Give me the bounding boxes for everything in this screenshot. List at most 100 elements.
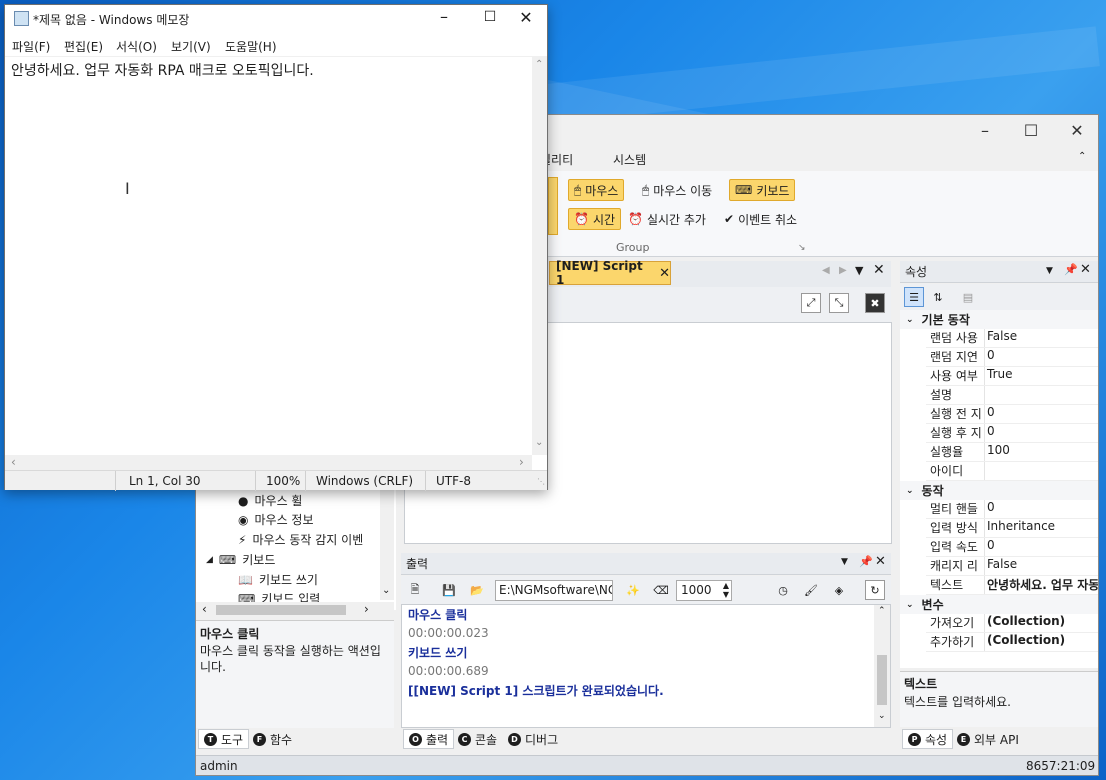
- tree-item[interactable]: 📖 키보드 쓰기: [238, 571, 318, 588]
- event-cancel-button[interactable]: ✔ 이벤트 취소: [718, 208, 803, 230]
- tab-new-script-1[interactable]: [NEW] Script 1 ✕: [549, 259, 671, 287]
- scroll-left-icon[interactable]: ‹: [11, 455, 16, 469]
- property-row[interactable]: 설명: [926, 386, 1098, 405]
- menu-view[interactable]: 보기(V): [171, 38, 211, 55]
- tab-debugger[interactable]: D 디버그: [503, 729, 563, 749]
- notepad-titlebar[interactable]: *제목 없음 - Windows 메모장 – ☐ ✕: [5, 5, 547, 33]
- close-document-icon[interactable]: ✕: [873, 262, 885, 278]
- menu-edit[interactable]: 편집(E): [64, 38, 103, 55]
- tree-item[interactable]: ● 마우스 휠: [238, 492, 302, 509]
- tree-item-keyboard[interactable]: ◢ ⌨ 키보드: [206, 551, 275, 568]
- menu-format[interactable]: 서식(O): [116, 38, 157, 55]
- notepad-text-area[interactable]: 안녕하세요. 업무 자동화 RPA 매크로 오토픽입니다. I: [5, 57, 532, 455]
- scroll-down-icon[interactable]: ⌄: [878, 711, 886, 721]
- property-row[interactable]: 실행율 100: [926, 443, 1098, 462]
- realtime-add-button[interactable]: ⏰ 실시간 추가: [622, 208, 712, 230]
- pane-menu-icon[interactable]: ▼: [1046, 266, 1053, 276]
- log-scroll-thumb[interactable]: [877, 655, 887, 705]
- property-category[interactable]: ⌄ 동작: [900, 481, 1098, 500]
- minimize-button[interactable]: –: [962, 115, 1008, 145]
- sort-az-icon[interactable]: ⇅: [928, 287, 948, 307]
- pane-menu-icon[interactable]: ▼: [841, 557, 848, 567]
- log-path-input[interactable]: E:\NGMsoftware\NG: [495, 580, 613, 601]
- notepad-vscroll[interactable]: ⌃ ⌄: [532, 57, 547, 455]
- tree-vscroll[interactable]: ⌄: [380, 490, 394, 600]
- tab-console[interactable]: C 콘솔: [453, 729, 502, 749]
- line-count-stepper[interactable]: 1000 ▲ ▼: [676, 580, 732, 601]
- property-row[interactable]: 랜덤 사용 False: [926, 329, 1098, 348]
- fill-icon[interactable]: ◈: [829, 580, 849, 600]
- property-row[interactable]: 랜덤 지연 0: [926, 348, 1098, 367]
- tab-output[interactable]: O 출력: [403, 729, 455, 749]
- magic-wand-icon[interactable]: ✨: [623, 580, 643, 600]
- notepad-hscroll[interactable]: ‹ ›: [5, 455, 532, 470]
- tab-next-icon[interactable]: ▶: [839, 265, 847, 276]
- scroll-down-icon[interactable]: ⌄: [535, 437, 543, 448]
- tab-tools[interactable]: T 도구: [198, 729, 250, 749]
- property-row[interactable]: 실행 전 지0: [926, 405, 1098, 424]
- ribbon-large-button-partial[interactable]: [548, 177, 558, 235]
- refresh-icon[interactable]: ↻: [865, 580, 885, 600]
- menu-help[interactable]: 도움말(H): [225, 38, 277, 55]
- tree-item[interactable]: ◉ 마우스 정보: [238, 511, 314, 528]
- property-row[interactable]: 텍스트 안녕하세요. 업무 자동: [926, 576, 1098, 595]
- clear-icon[interactable]: ✖: [865, 293, 885, 313]
- scroll-left-icon[interactable]: ‹: [202, 602, 207, 616]
- close-pane-icon[interactable]: ✕: [1080, 262, 1091, 277]
- property-category[interactable]: ⌄ 변수: [900, 595, 1098, 614]
- hscroll-thumb[interactable]: [216, 605, 346, 615]
- pin-icon[interactable]: 📌: [1064, 263, 1078, 276]
- pin-icon[interactable]: 📌: [859, 555, 873, 568]
- minimize-button[interactable]: –: [423, 7, 465, 31]
- tab-external-api[interactable]: E 외부 API: [952, 729, 1024, 749]
- time-button[interactable]: ⏰ 시간: [568, 208, 622, 230]
- clock-icon[interactable]: ◷: [773, 580, 793, 600]
- categorized-icon[interactable]: ☰: [904, 287, 924, 307]
- group-launcher-icon[interactable]: ↘: [798, 243, 806, 253]
- scroll-right-icon[interactable]: ›: [519, 455, 524, 469]
- property-row[interactable]: 입력 방식 Inheritance: [926, 519, 1098, 538]
- property-row[interactable]: 입력 속도 0: [926, 538, 1098, 557]
- property-row[interactable]: 추가하기 (Collection): [926, 633, 1098, 652]
- save-icon[interactable]: 💾: [439, 580, 459, 600]
- property-category[interactable]: ⌄ 기본 동작: [900, 310, 1098, 329]
- new-log-icon[interactable]: 🗎: [405, 580, 425, 600]
- scroll-down-icon[interactable]: ⌄: [382, 585, 390, 596]
- tree-hscroll[interactable]: ‹ ›: [196, 602, 394, 618]
- scroll-right-icon[interactable]: ›: [364, 602, 369, 616]
- maximize-button[interactable]: ☐: [1008, 115, 1054, 145]
- close-tab-icon[interactable]: ✕: [659, 266, 670, 281]
- expand-all-icon[interactable]: ⤢: [801, 293, 821, 313]
- tab-properties[interactable]: P 속성: [902, 729, 954, 749]
- scroll-up-icon[interactable]: ⌃: [535, 59, 543, 70]
- ribbon-collapse-icon[interactable]: ⌃: [1078, 151, 1086, 162]
- folder-icon[interactable]: 📂: [467, 580, 487, 600]
- log-vscroll[interactable]: ⌃ ⌄: [874, 605, 890, 727]
- menu-file[interactable]: 파일(F): [12, 38, 50, 55]
- eraser-icon[interactable]: ⌫: [651, 580, 671, 600]
- close-pane-icon[interactable]: ✕: [875, 554, 886, 569]
- mouse-button[interactable]: 🖱 마우스: [568, 179, 625, 201]
- close-button[interactable]: ✕: [505, 8, 547, 32]
- property-row[interactable]: 가져오기 (Collection): [926, 614, 1098, 633]
- property-row[interactable]: 실행 후 지0: [926, 424, 1098, 443]
- tab-functions[interactable]: F 함수: [248, 729, 297, 749]
- collapse-all-icon[interactable]: ⤡: [829, 293, 849, 313]
- brush-icon[interactable]: 🖌: [801, 580, 821, 600]
- property-row[interactable]: 캐리지 리 False: [926, 557, 1098, 576]
- debugger-tab-icon: D: [508, 732, 521, 746]
- keyboard-button[interactable]: ⌨ 키보드: [729, 179, 796, 201]
- scroll-up-icon[interactable]: ⌃: [878, 606, 886, 616]
- property-pages-icon[interactable]: ▤: [958, 287, 978, 307]
- mouse-move-button[interactable]: 🖱 마우스 이동: [636, 179, 718, 201]
- menu-system[interactable]: 시스템: [613, 151, 646, 168]
- tab-prev-icon[interactable]: ◀: [822, 265, 830, 276]
- property-row[interactable]: 사용 여부 True: [926, 367, 1098, 386]
- resize-grip-icon[interactable]: ⋱: [537, 477, 545, 486]
- property-row[interactable]: 아이디: [926, 462, 1098, 481]
- stepper-arrows-icon[interactable]: ▲ ▼: [723, 581, 729, 599]
- property-row[interactable]: 멀티 핸들 0: [926, 500, 1098, 519]
- tab-list-icon[interactable]: ▼: [855, 264, 863, 277]
- close-button[interactable]: ✕: [1054, 115, 1100, 145]
- tree-item[interactable]: ⚡ 마우스 동작 감지 이벤: [238, 531, 363, 548]
